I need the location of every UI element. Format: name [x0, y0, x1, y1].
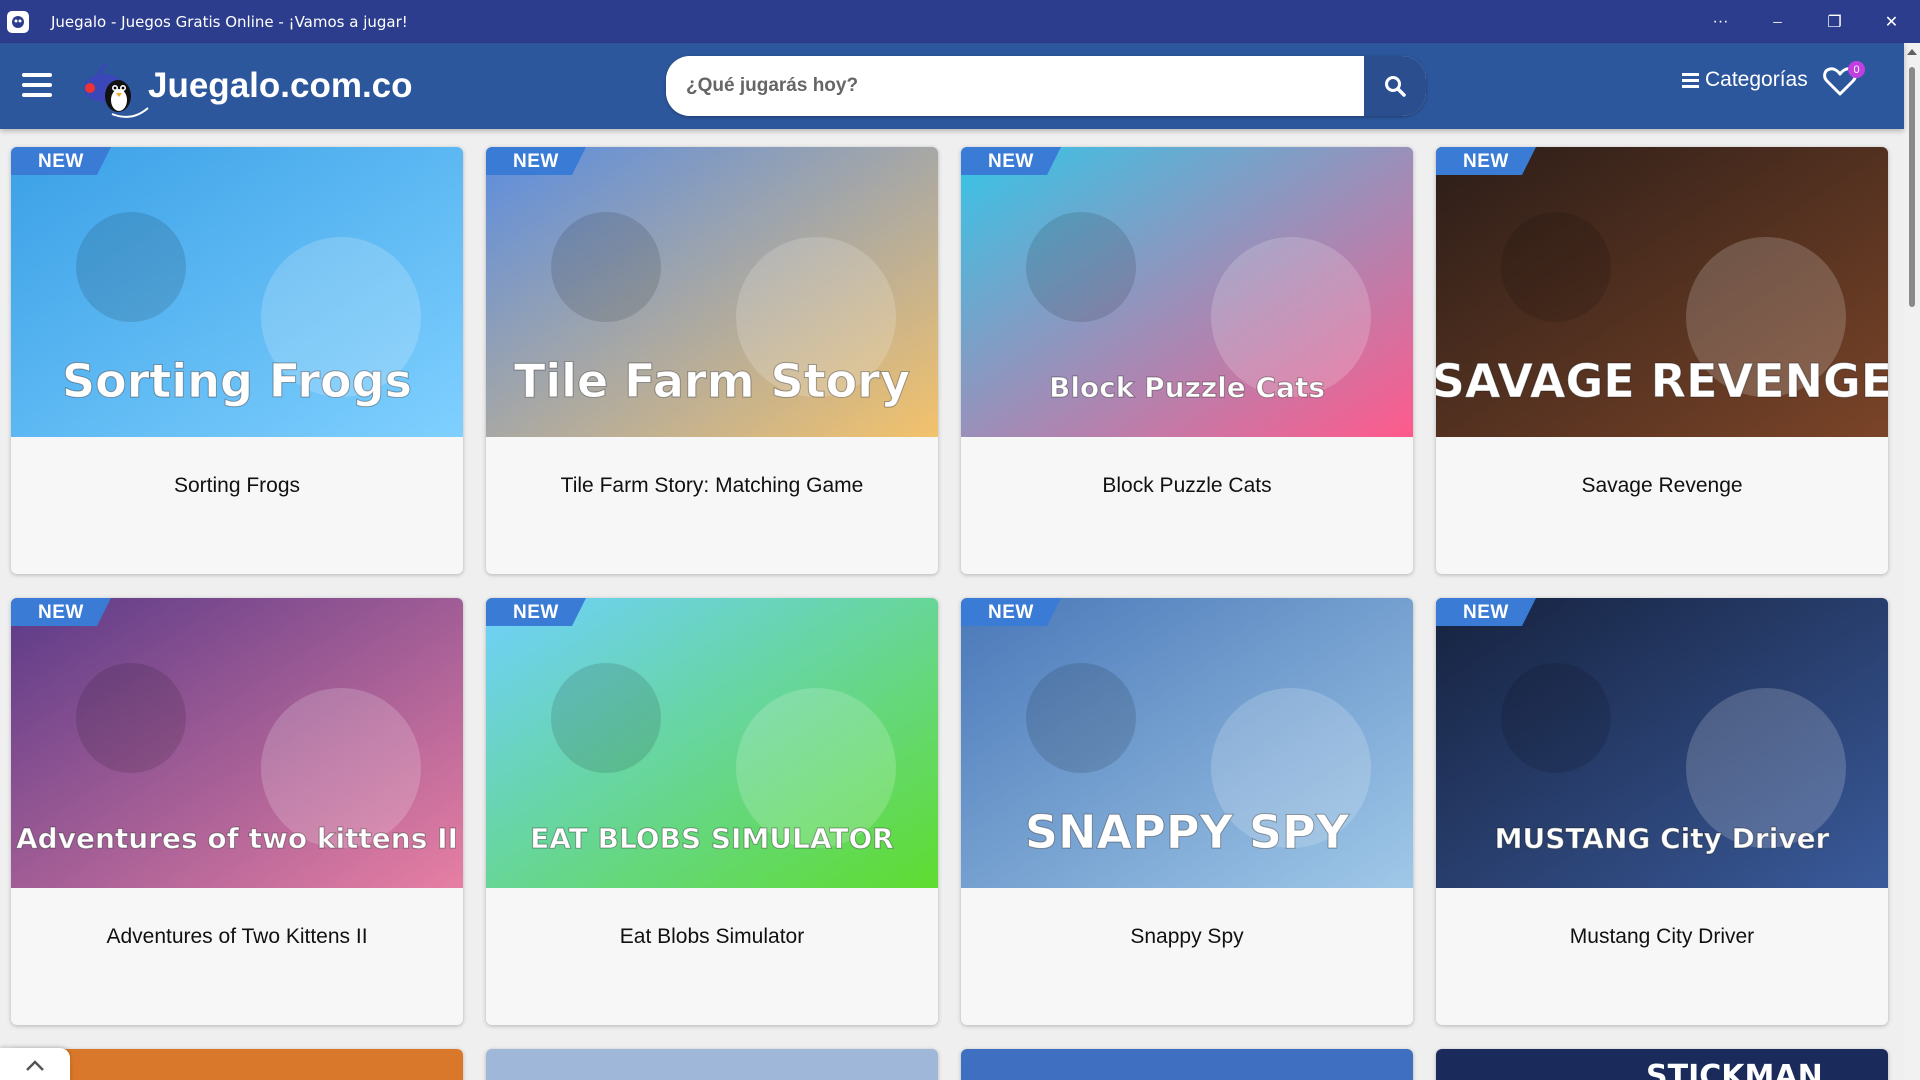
game-thumbnail[interactable]: Block Puzzle Cats NEW [961, 147, 1413, 437]
categories-button[interactable]: Categorías [1682, 68, 1808, 92]
new-badge: NEW [1436, 147, 1548, 175]
game-thumbnail[interactable] [961, 1049, 1413, 1080]
scroll-thumb[interactable] [1909, 67, 1915, 307]
favorites-count-badge: 0 [1848, 61, 1865, 78]
game-title[interactable]: Sorting Frogs [11, 474, 463, 498]
game-artwork: Adventures of two kittens II [11, 598, 463, 888]
game-card[interactable]: Block Puzzle Cats NEW Block Puzzle Cats [961, 147, 1413, 574]
game-art-title: EAT BLOBS SIMULATOR [530, 822, 894, 855]
game-card-partial[interactable]: STICKMAN [1436, 1049, 1888, 1080]
game-title[interactable]: Eat Blobs Simulator [486, 925, 938, 949]
window-titlebar: Juegalo - Juegos Gratis Online - ¡Vamos … [0, 0, 1920, 43]
game-artwork: SAVAGE REVENGE [1436, 147, 1888, 437]
new-badge-label: NEW [513, 602, 559, 623]
game-thumbnail[interactable]: Sorting Frogs NEW [11, 147, 463, 437]
game-title[interactable]: Snappy Spy [961, 925, 1413, 949]
search-icon [1385, 76, 1406, 97]
game-title[interactable]: Savage Revenge [1436, 474, 1888, 498]
categories-label: Categorías [1705, 68, 1808, 91]
new-badge-label: NEW [988, 151, 1034, 172]
game-thumbnail[interactable] [486, 1049, 938, 1080]
new-badge: NEW [1436, 598, 1548, 626]
new-badge-label: NEW [38, 151, 84, 172]
game-artwork: Block Puzzle Cats [961, 147, 1413, 437]
minimize-button[interactable]: ─ [1749, 0, 1806, 43]
restore-button[interactable]: ❐ [1806, 0, 1863, 43]
new-badge: NEW [11, 147, 123, 175]
game-art-title: Adventures of two kittens II [16, 822, 458, 855]
game-art-title: SNAPPY SPY [1025, 805, 1350, 859]
penguin-mascot-icon [84, 63, 149, 118]
close-window-button[interactable]: ✕ [1863, 0, 1920, 43]
game-thumbnail[interactable] [11, 1049, 463, 1080]
app-icon [7, 10, 29, 33]
new-badge-label: NEW [1463, 151, 1509, 172]
game-title[interactable]: Adventures of Two Kittens II [11, 925, 463, 949]
game-art-title: STICKMAN [1646, 1059, 1823, 1080]
site-logo[interactable]: Juegalo.com.co [78, 51, 413, 121]
game-artwork: EAT BLOBS SIMULATOR [486, 598, 938, 888]
game-title[interactable]: Tile Farm Story: Matching Game [486, 474, 938, 498]
game-thumbnail[interactable]: Tile Farm Story NEW [486, 147, 938, 437]
game-card[interactable]: Adventures of two kittens II NEW Adventure… [11, 598, 463, 1025]
window-controls: ··· ─ ❐ ✕ [1692, 0, 1920, 43]
new-badge: NEW [961, 147, 1073, 175]
favorites-button[interactable]: 0 [1822, 61, 1865, 103]
search-button[interactable] [1364, 56, 1426, 116]
new-badge-label: NEW [988, 602, 1034, 623]
new-badge-label: NEW [38, 602, 84, 623]
game-card-partial[interactable] [961, 1049, 1413, 1080]
game-artwork: MUSTANG City Driver [1436, 598, 1888, 888]
game-thumbnail[interactable]: EAT BLOBS SIMULATOR NEW [486, 598, 938, 888]
game-art-title: Tile Farm Story [514, 354, 910, 408]
game-title[interactable]: Block Puzzle Cats [961, 474, 1413, 498]
game-card[interactable]: SAVAGE REVENGE NEW Savage Revenge [1436, 147, 1888, 574]
game-thumbnail[interactable]: MUSTANG City Driver NEW [1436, 598, 1888, 888]
new-badge-label: NEW [1463, 602, 1509, 623]
new-badge: NEW [11, 598, 123, 626]
scroll-up-arrow-icon[interactable] [1907, 49, 1917, 55]
menu-icon[interactable] [22, 70, 52, 100]
game-art-title: Sorting Frogs [62, 354, 412, 408]
game-card[interactable]: MUSTANG City Driver NEW Mustang City Drive… [1436, 598, 1888, 1025]
back-to-top-button[interactable] [0, 1048, 70, 1080]
search-input[interactable] [666, 56, 1364, 116]
game-card-partial[interactable] [11, 1049, 463, 1080]
new-badge: NEW [961, 598, 1073, 626]
new-badge: NEW [486, 147, 598, 175]
game-art-title: Block Puzzle Cats [1049, 371, 1325, 404]
logo-text: Juegalo.com.co [148, 66, 413, 105]
game-artwork: Tile Farm Story [486, 147, 938, 437]
game-thumbnail[interactable]: Adventures of two kittens II NEW [11, 598, 463, 888]
game-card[interactable]: EAT BLOBS SIMULATOR NEW Eat Blobs Simulato… [486, 598, 938, 1025]
more-options-button[interactable]: ··· [1692, 0, 1749, 43]
game-artwork: Sorting Frogs [11, 147, 463, 437]
window-title: Juegalo - Juegos Gratis Online - ¡Vamos … [51, 12, 408, 31]
game-art-title: MUSTANG City Driver [1495, 822, 1830, 855]
chevron-up-icon [26, 1060, 44, 1071]
game-card[interactable]: Tile Farm Story NEW Tile Farm Story: Match… [486, 147, 938, 574]
game-thumbnail[interactable]: SNAPPY SPY NEW [961, 598, 1413, 888]
game-thumbnail[interactable]: SAVAGE REVENGE NEW [1436, 147, 1888, 437]
game-thumbnail[interactable]: STICKMAN [1436, 1049, 1888, 1080]
game-artwork: SNAPPY SPY [961, 598, 1413, 888]
new-badge: NEW [486, 598, 598, 626]
game-title[interactable]: Mustang City Driver [1436, 925, 1888, 949]
game-card[interactable]: SNAPPY SPY NEW Snappy Spy [961, 598, 1413, 1025]
game-art-title: SAVAGE REVENGE [1436, 354, 1888, 408]
new-badge-label: NEW [513, 151, 559, 172]
game-card-partial[interactable] [486, 1049, 938, 1080]
page-scrollbar[interactable] [1904, 43, 1920, 1080]
site-header: Juegalo.com.co Categorías 0 [0, 43, 1904, 129]
list-icon [1682, 72, 1699, 88]
search-bar [666, 56, 1426, 116]
game-card[interactable]: Sorting Frogs NEW Sorting Frogs [11, 147, 463, 574]
